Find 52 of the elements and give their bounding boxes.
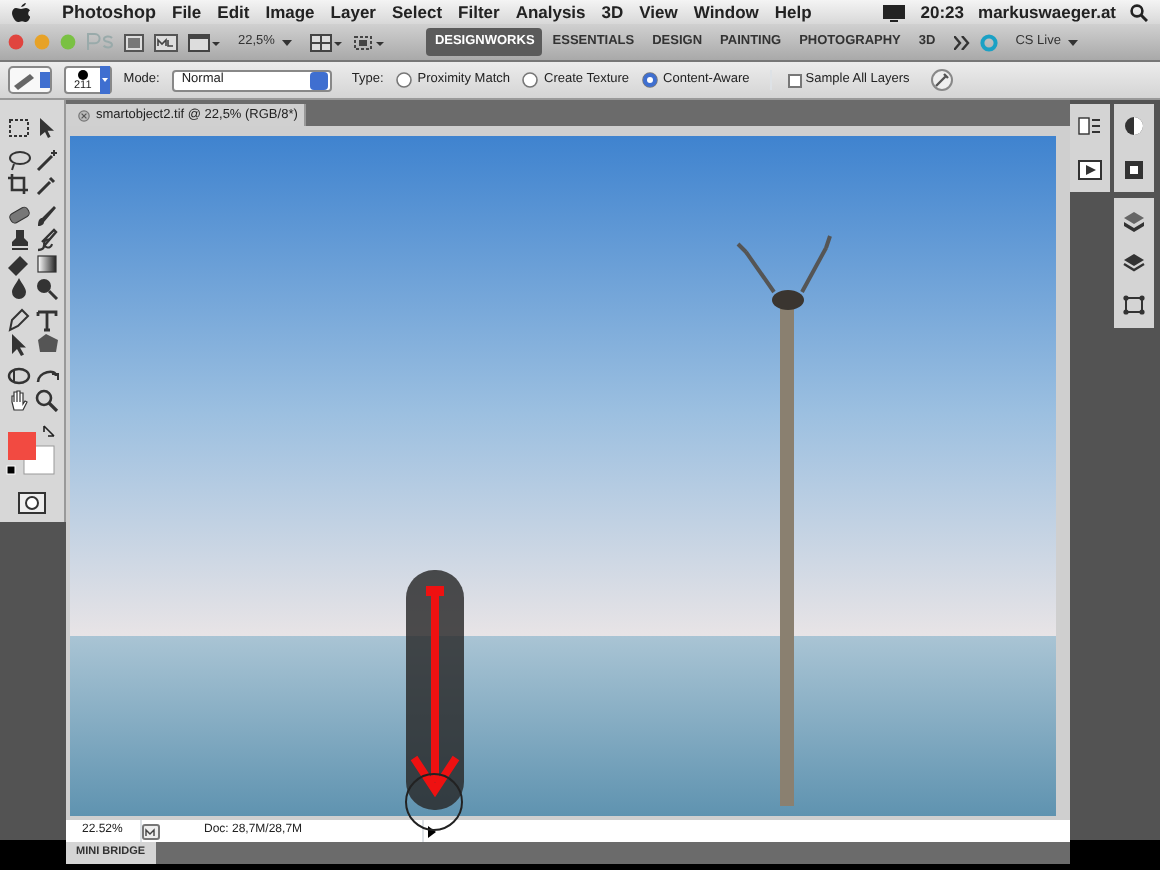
menu-item[interactable]: Edit	[217, 0, 250, 24]
app-menu[interactable]: Photoshop	[62, 0, 156, 24]
search-icon[interactable]	[1130, 3, 1148, 21]
user-name[interactable]: markuswaeger.at	[978, 0, 1116, 24]
type-icon[interactable]	[33, 308, 59, 332]
ps-logo-icon	[86, 32, 114, 52]
crop-icon[interactable]	[5, 172, 31, 196]
checkbox[interactable]	[787, 73, 802, 87]
clock: 20:23	[920, 0, 965, 24]
hand-icon[interactable]	[5, 388, 31, 412]
caret-icon	[282, 39, 293, 45]
layers-icon[interactable]	[1122, 210, 1146, 232]
caret-icon	[1068, 39, 1079, 45]
menu-item[interactable]: Window	[693, 0, 759, 24]
status-icon[interactable]	[142, 823, 160, 839]
menu-item[interactable]: Select	[391, 0, 443, 24]
radio-button[interactable]	[641, 72, 658, 88]
lasso-icon[interactable]	[5, 148, 31, 172]
menu-item[interactable]: 3D	[601, 0, 624, 24]
menu-item[interactable]: View	[639, 0, 678, 24]
screen-mode-icon[interactable]	[352, 33, 385, 51]
menu-item[interactable]: Layer	[330, 0, 376, 24]
brush-tip-icon	[77, 69, 88, 79]
healing-brush-preset-icon[interactable]	[8, 66, 52, 94]
gradient-icon[interactable]	[33, 252, 59, 276]
apple-menu-icon[interactable]	[12, 2, 30, 22]
brush-cursor	[404, 772, 464, 832]
pen-icon[interactable]	[5, 308, 31, 332]
wand-icon[interactable]	[33, 148, 59, 172]
close-icon[interactable]	[78, 109, 90, 121]
zoom-icon[interactable]	[33, 388, 59, 412]
color-swatches-icon[interactable]	[5, 424, 59, 480]
menu-item[interactable]: Analysis	[515, 0, 586, 24]
menu-item[interactable]: Help	[774, 0, 812, 24]
channels-icon[interactable]	[1122, 252, 1146, 274]
radio-button[interactable]	[522, 72, 538, 88]
healing-brush-icon[interactable]	[5, 204, 31, 228]
history-brush-icon[interactable]	[33, 228, 59, 252]
arrange-icon[interactable]	[310, 33, 343, 51]
more-workspaces-icon[interactable]	[953, 35, 970, 49]
display-icon[interactable]	[882, 3, 907, 21]
quick-mask-icon[interactable]	[18, 492, 46, 514]
dodge-icon[interactable]	[33, 276, 59, 300]
menu-item[interactable]: File	[172, 0, 202, 24]
menu-item[interactable]: Filter	[458, 0, 500, 24]
shape-icon[interactable]	[33, 332, 59, 356]
view-extras-icon[interactable]	[188, 33, 220, 51]
marquee-icon[interactable]	[5, 116, 31, 140]
menu-item[interactable]: Image	[265, 0, 315, 24]
brush-icon[interactable]	[33, 204, 59, 228]
eyedropper-icon[interactable]	[33, 172, 59, 196]
radio-button[interactable]	[395, 72, 412, 88]
